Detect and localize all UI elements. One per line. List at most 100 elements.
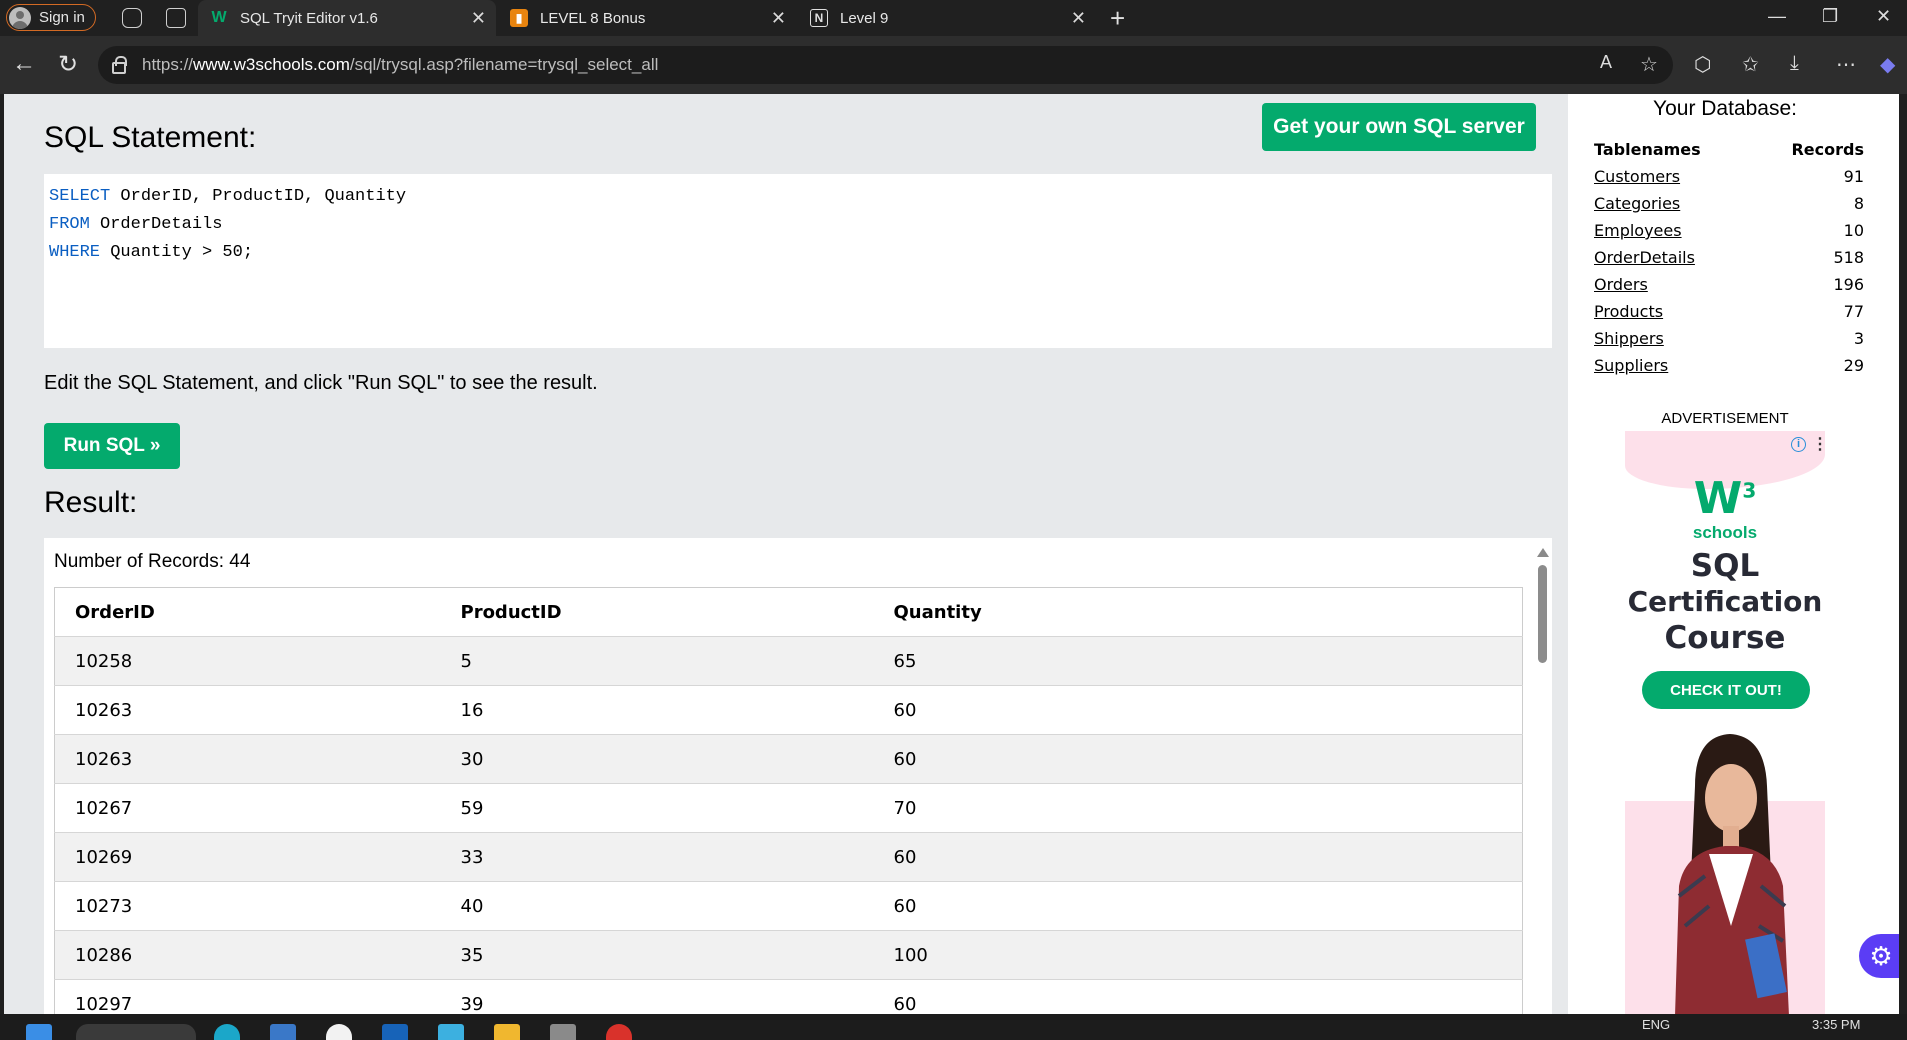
record-count-cell: 77	[1843, 302, 1864, 321]
ad-person-image	[1675, 734, 1789, 1014]
advertisement-banner[interactable]: i ⋮ W3 schools SQL Certification Course …	[1625, 431, 1825, 1014]
record-count-cell: 10	[1843, 221, 1864, 240]
ad-info-icon[interactable]: i	[1791, 437, 1806, 452]
table-row: 10273 40 60	[54, 881, 1523, 931]
close-tab-icon[interactable]: ✕	[471, 8, 486, 29]
database-sidebar: Your Database: Tablenames Records Custom…	[1570, 94, 1899, 1014]
language-indicator[interactable]: ENG	[1642, 1017, 1670, 1032]
cell: 16	[440, 685, 874, 735]
tab-title: Level 9	[840, 9, 889, 27]
downloads-icon[interactable]: ⤓	[1790, 52, 1799, 75]
taskbar-app-icon[interactable]	[382, 1024, 408, 1040]
result-scrollbar[interactable]	[1533, 538, 1552, 1014]
table-row: Shippers 3	[1594, 325, 1864, 352]
cell: 60	[873, 979, 1523, 1014]
table-link-categories[interactable]: Categories	[1594, 194, 1680, 213]
restore-icon[interactable]: ❐	[1822, 6, 1838, 27]
table-link-orderdetails[interactable]: OrderDetails	[1594, 248, 1695, 267]
ad-options-icon[interactable]: ⋮	[1812, 434, 1825, 454]
record-count-cell: 196	[1833, 275, 1864, 294]
cell: 65	[873, 636, 1523, 686]
cell: 59	[440, 783, 874, 833]
column-header: Records	[1791, 140, 1864, 159]
web-page: SQL Statement: Get your own SQL server S…	[4, 94, 1899, 1014]
start-menu-icon[interactable]	[26, 1024, 52, 1040]
close-tab-icon[interactable]: ✕	[1071, 8, 1086, 29]
minimize-icon[interactable]: —	[1768, 6, 1786, 27]
url-text[interactable]: https://www.w3schools.com/sql/trysql.asp…	[142, 55, 658, 75]
cell: 30	[440, 734, 874, 784]
taskbar-app-icon[interactable]	[438, 1024, 464, 1040]
table-row: 10286 35 100	[54, 930, 1523, 980]
table-row: 10263 30 60	[54, 734, 1523, 784]
new-tab-plus-icon[interactable]: +	[1110, 3, 1125, 34]
check-it-out-button[interactable]: CHECK IT OUT!	[1642, 671, 1810, 709]
column-header: OrderID	[54, 587, 441, 637]
lock-icon[interactable]	[112, 56, 127, 74]
tab-sql-tryit-editor[interactable]: W SQL Tryit Editor v1.6 ✕	[198, 0, 496, 36]
cell: 70	[873, 783, 1523, 833]
scrollbar-thumb[interactable]	[1538, 565, 1547, 663]
column-header: Quantity	[873, 587, 1523, 637]
table-link-orders[interactable]: Orders	[1594, 275, 1648, 294]
vertical-tabs-icon[interactable]	[166, 8, 186, 28]
table-row: 10269 33 60	[54, 832, 1523, 882]
code-line: FROM OrderDetails	[49, 215, 223, 234]
scroll-up-arrow-icon[interactable]	[1537, 548, 1549, 557]
sql-statement-heading: SQL Statement:	[44, 121, 257, 154]
close-tab-icon[interactable]: ✕	[771, 8, 786, 29]
instructions-text: Edit the SQL Statement, and click "Run S…	[44, 372, 598, 394]
tab-level-8-bonus[interactable]: ▮ LEVEL 8 Bonus ✕	[498, 0, 796, 36]
taskbar-app-icon[interactable]	[270, 1024, 296, 1040]
close-window-icon[interactable]: ✕	[1876, 6, 1891, 27]
table-link-employees[interactable]: Employees	[1594, 221, 1682, 240]
w3schools-logo: W3	[1693, 473, 1757, 524]
settings-gear-icon[interactable]: ⚙	[1859, 934, 1899, 978]
result-panel: Number of Records: 44 OrderID ProductID …	[44, 538, 1552, 1014]
record-count: Number of Records: 44	[54, 551, 251, 572]
tab-level-9[interactable]: N Level 9 ✕	[798, 0, 1096, 36]
favorites-list-icon[interactable]: ✩	[1742, 52, 1759, 77]
get-own-sql-server-button[interactable]: Get your own SQL server	[1262, 103, 1536, 151]
database-tables-list: Tablenames Records Customers 91 Categorie…	[1594, 136, 1864, 379]
address-bar[interactable]: https://www.w3schools.com/sql/trysql.asp…	[98, 46, 1673, 84]
table-row: 10263 16 60	[54, 685, 1523, 735]
taskbar-app-icon[interactable]	[550, 1024, 576, 1040]
taskbar-app-icon[interactable]	[606, 1024, 632, 1040]
read-aloud-icon[interactable]: A	[1600, 52, 1612, 73]
taskbar-search-box[interactable]	[76, 1024, 196, 1040]
back-arrow-icon[interactable]: ←	[12, 50, 36, 78]
tab-title: SQL Tryit Editor v1.6	[240, 9, 378, 27]
sql-code-editor[interactable]: SELECT OrderID, ProductID, Quantity FROM…	[44, 174, 1552, 348]
cell: 10263	[54, 734, 441, 784]
table-row: Customers 91	[1594, 163, 1864, 190]
run-sql-button[interactable]: Run SQL »	[44, 423, 180, 469]
cell: 60	[873, 881, 1523, 931]
table-row: 10258 5 65	[54, 636, 1523, 686]
copilot-icon[interactable]: ◆	[1880, 52, 1895, 77]
taskbar-app-icon[interactable]	[214, 1024, 240, 1040]
extensions-icon[interactable]: ⬡	[1694, 52, 1711, 77]
file-explorer-icon[interactable]	[494, 1024, 520, 1040]
table-row: Products 77	[1594, 298, 1864, 325]
sign-in-button[interactable]: Sign in	[6, 4, 96, 31]
refresh-icon[interactable]: ↻	[58, 50, 78, 79]
clock[interactable]: 3:35 PM	[1812, 1017, 1860, 1032]
cell: 5	[440, 636, 874, 686]
table-row: OrderDetails 518	[1594, 244, 1864, 271]
table-link-products[interactable]: Products	[1594, 302, 1663, 321]
favorite-star-icon[interactable]: ☆	[1640, 52, 1658, 77]
record-count-cell: 518	[1833, 248, 1864, 267]
workspaces-icon[interactable]	[122, 8, 142, 28]
table-row: 10297 39 60	[54, 979, 1523, 1014]
taskbar-app-icon[interactable]	[326, 1024, 352, 1040]
table-link-shippers[interactable]: Shippers	[1594, 329, 1664, 348]
table-link-customers[interactable]: Customers	[1594, 167, 1680, 186]
cell: 10263	[54, 685, 441, 735]
table-row: Orders 196	[1594, 271, 1864, 298]
sign-in-label: Sign in	[39, 9, 85, 26]
tryit-main-panel: SQL Statement: Get your own SQL server S…	[4, 94, 1568, 1014]
more-menu-icon[interactable]: ⋯	[1836, 52, 1856, 77]
notion-favicon-icon: N	[810, 9, 828, 27]
table-link-suppliers[interactable]: Suppliers	[1594, 356, 1668, 375]
